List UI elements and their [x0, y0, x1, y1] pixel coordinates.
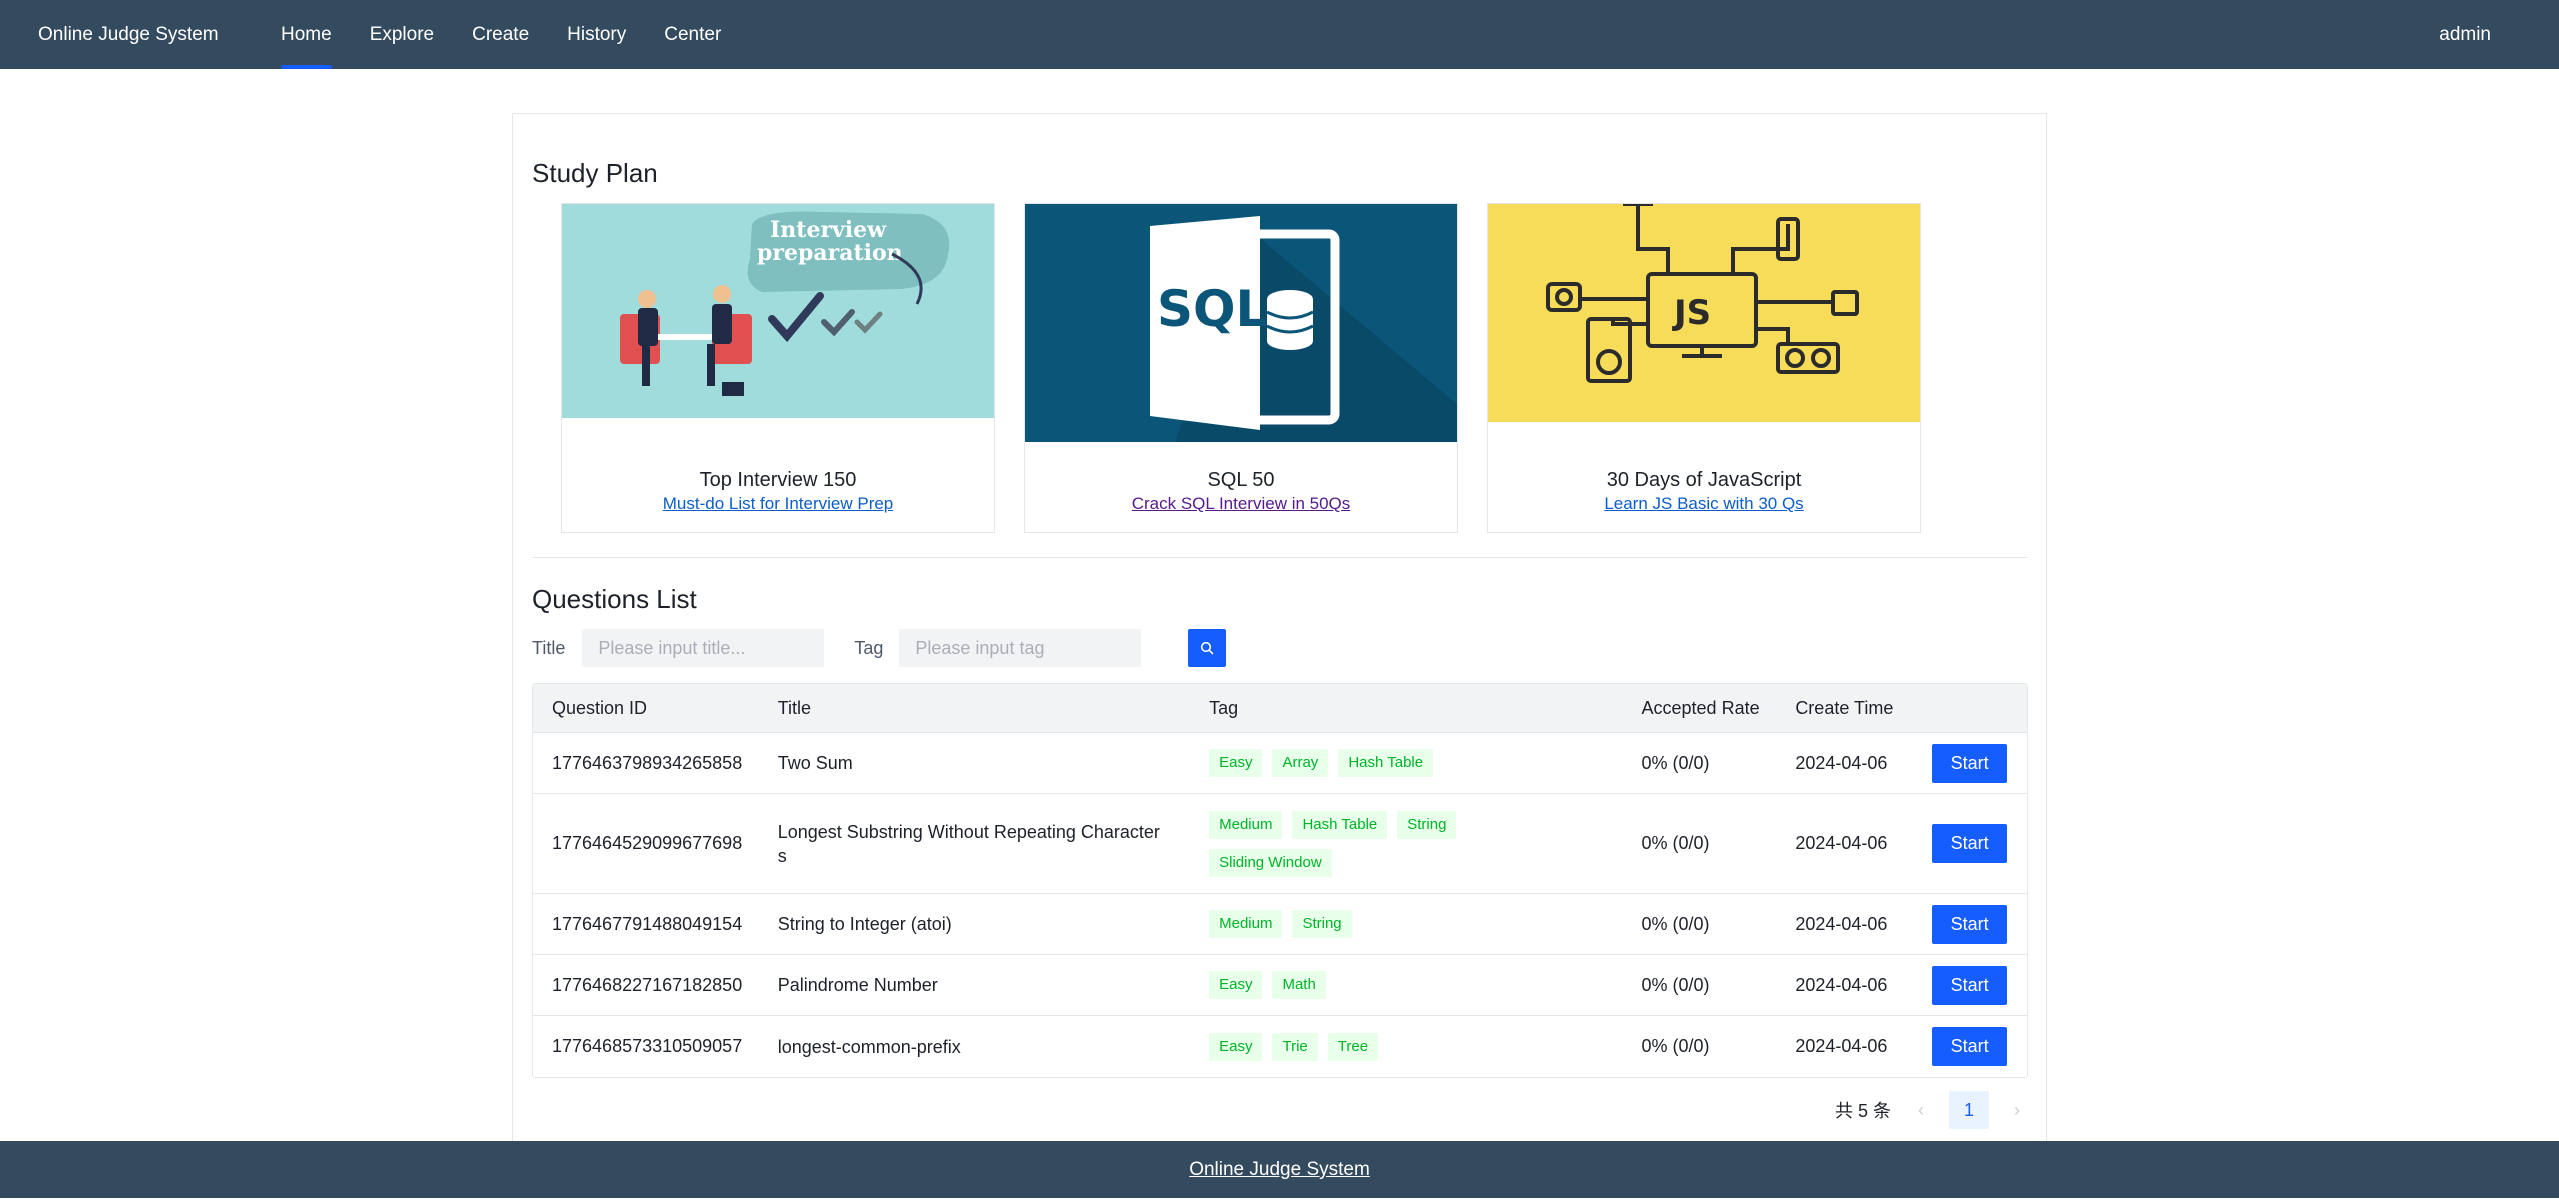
- start-button[interactable]: Start: [1932, 965, 2008, 1005]
- table-row: 1776464529099677698 Longest Substring Wi…: [533, 794, 2027, 894]
- question-id: 1776467791488049154: [552, 913, 743, 934]
- table-row: 1776468573310509057 longest-common-prefi…: [533, 1016, 2027, 1077]
- create-time: 2024-04-06: [1795, 833, 1888, 853]
- tag-filter-label: Tag: [854, 637, 884, 658]
- study-plan-title: Study Plan: [532, 158, 658, 188]
- question-id: 1776464529099677698: [552, 833, 743, 853]
- sql-cover-image: SQL: [1025, 204, 1457, 442]
- question-title: Palindrome Number: [777, 975, 938, 995]
- create-time: 2024-04-06: [1795, 913, 1888, 934]
- search-button[interactable]: [1188, 629, 1227, 667]
- nav-history[interactable]: History: [548, 0, 645, 69]
- accepted-rate: 0% (0/0): [1641, 913, 1710, 934]
- next-page-icon[interactable]: ›: [2007, 1100, 2027, 1121]
- nav-home[interactable]: Home: [262, 0, 351, 69]
- start-button[interactable]: Start: [1932, 904, 2008, 944]
- javascript-cover-image: JS: [1488, 204, 1920, 422]
- question-tags: Medium String: [1190, 910, 1622, 938]
- start-button[interactable]: Start: [1932, 743, 2008, 783]
- nav-center[interactable]: Center: [645, 0, 740, 69]
- pagination: 共 5 条 ‹ 1 ›: [1835, 1091, 2027, 1129]
- interview-cover-image: Interview preparation: [562, 204, 994, 418]
- create-time: 2024-04-06: [1795, 1036, 1888, 1056]
- question-search-form: Title Tag: [532, 629, 1227, 667]
- footer: Online Judge System: [0, 1141, 2559, 1198]
- tag-badge: Math: [1272, 971, 1326, 999]
- question-title: Two Sum: [777, 753, 853, 773]
- top-navbar: Online Judge System Home Explore Create …: [0, 0, 2559, 69]
- search-icon: [1201, 641, 1214, 655]
- tag-badge: Medium: [1209, 810, 1283, 839]
- title-search-input[interactable]: [582, 629, 825, 667]
- tag-badge: Easy: [1209, 971, 1263, 999]
- create-time: 2024-04-06: [1795, 752, 1888, 773]
- page-number[interactable]: 1: [1949, 1091, 1989, 1129]
- tag-badge: Hash Table: [1338, 749, 1434, 777]
- tag-badge: Easy: [1209, 1032, 1263, 1061]
- tag-badge: Medium: [1209, 910, 1283, 938]
- study-plan-card-javascript[interactable]: JS 30 Days of JavaScript Learn JS Basic …: [1487, 203, 1921, 533]
- tag-badge: Array: [1272, 749, 1329, 777]
- column-question-id: Question ID: [552, 697, 648, 718]
- user-menu[interactable]: admin: [2439, 0, 2491, 69]
- main-nav: Home Explore Create History Center: [262, 0, 740, 69]
- table-row: 1776463798934265858 Two Sum Easy Array H…: [533, 733, 2027, 794]
- footer-link[interactable]: Online Judge System: [1189, 1159, 1370, 1180]
- nav-explore[interactable]: Explore: [351, 0, 453, 69]
- question-tags: Medium Hash Table String Sliding Window: [1190, 810, 1622, 877]
- accepted-rate: 0% (0/0): [1641, 974, 1710, 995]
- tag-badge: Trie: [1272, 1032, 1318, 1061]
- question-tags: Easy Trie Tree: [1190, 1032, 1622, 1061]
- questions-list-title: Questions List: [532, 584, 697, 614]
- plan-title: SQL 50: [1207, 469, 1275, 491]
- question-tags: Easy Array Hash Table: [1190, 749, 1622, 777]
- study-plan-card-sql[interactable]: SQL SQL 50 Crack SQL Interview in 50Qs: [1024, 203, 1458, 533]
- table-row: 1776468227167182850 Palindrome Number Ea…: [533, 955, 2027, 1016]
- column-tag: Tag: [1209, 697, 1239, 718]
- question-title: String to Integer (atoi): [777, 914, 952, 934]
- plan-title: Top Interview 150: [699, 469, 857, 491]
- column-title: Title: [777, 697, 812, 718]
- svg-text:JS: JS: [1672, 293, 1711, 333]
- section-divider: [532, 557, 2028, 558]
- svg-text:preparation: preparation: [757, 240, 903, 266]
- question-id: 1776468227167182850: [552, 974, 743, 995]
- question-title: Longest Substring Without Repeating Char…: [777, 821, 1160, 866]
- tag-badge: Easy: [1209, 749, 1263, 777]
- questions-table: Question ID Title Tag Accepted Rate Crea…: [532, 683, 2028, 1078]
- brand-title[interactable]: Online Judge System: [38, 0, 219, 69]
- column-create-time: Create Time: [1795, 697, 1894, 718]
- prev-page-icon[interactable]: ‹: [1911, 1100, 1931, 1121]
- create-time: 2024-04-06: [1795, 974, 1888, 995]
- start-button[interactable]: Start: [1932, 824, 2008, 863]
- main-content: Study Plan Interview preparation Top Int…: [512, 113, 2047, 1143]
- tag-search-input[interactable]: [899, 629, 1142, 667]
- study-plan-card-interview[interactable]: Interview preparation Top Interview 150 …: [561, 203, 995, 533]
- plan-title: 30 Days of JavaScript: [1606, 469, 1802, 491]
- question-tags: Easy Math: [1190, 971, 1622, 999]
- column-accepted-rate: Accepted Rate: [1641, 697, 1760, 718]
- question-id: 1776468573310509057: [552, 1036, 743, 1056]
- plan-link[interactable]: Learn JS Basic with 30 Qs: [1488, 494, 1920, 514]
- title-filter-label: Title: [532, 637, 566, 658]
- table-header: Question ID Title Tag Accepted Rate Crea…: [533, 684, 2027, 733]
- table-row: 1776467791488049154 String to Integer (a…: [533, 894, 2027, 955]
- question-id: 1776463798934265858: [552, 752, 743, 773]
- svg-text:SQL: SQL: [1157, 280, 1267, 338]
- plan-link[interactable]: Crack SQL Interview in 50Qs: [1025, 494, 1457, 514]
- tag-badge: Hash Table: [1292, 810, 1388, 839]
- plan-link[interactable]: Must-do List for Interview Prep: [562, 494, 994, 514]
- nav-create[interactable]: Create: [453, 0, 548, 69]
- pagination-total: 共 5 条: [1834, 1101, 1891, 1121]
- accepted-rate: 0% (0/0): [1641, 752, 1710, 773]
- tag-badge: Tree: [1327, 1032, 1379, 1061]
- accepted-rate: 0% (0/0): [1641, 833, 1710, 853]
- tag-badge: String: [1292, 910, 1352, 938]
- accepted-rate: 0% (0/0): [1641, 1036, 1710, 1056]
- tag-badge: Sliding Window: [1209, 848, 1332, 877]
- question-title: longest-common-prefix: [777, 1036, 961, 1057]
- tag-badge: String: [1397, 810, 1457, 839]
- start-button[interactable]: Start: [1932, 1027, 2008, 1066]
